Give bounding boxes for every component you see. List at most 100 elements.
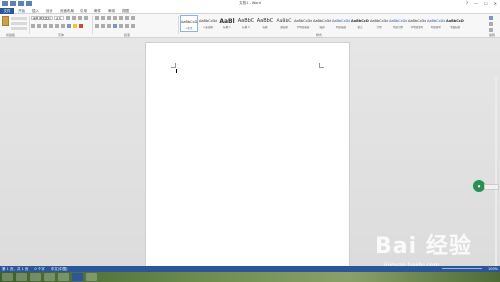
group-label-editing: 编辑 (489, 33, 496, 37)
borders-icon[interactable] (131, 24, 135, 28)
word-taskbar-icon[interactable] (72, 273, 83, 281)
italic-icon[interactable] (37, 24, 41, 28)
style-sample: AaBbC (237, 18, 255, 24)
style-intense-quote[interactable]: AaBbCcDd 明显引用 (389, 15, 407, 32)
app-icon[interactable] (86, 273, 97, 281)
vertical-scrollbar[interactable] (495, 78, 497, 278)
font-size-tools (66, 16, 88, 20)
font-name-select[interactable]: 宋体 (中文正文) (31, 16, 53, 20)
show-marks-icon[interactable] (131, 16, 135, 20)
style-sample: AaBbCcDd (427, 19, 445, 23)
style-intense-emphasis[interactable]: AaBbCcDd 明显强调 (332, 15, 350, 32)
redo-icon[interactable] (26, 1, 32, 6)
app-icon[interactable] (58, 273, 69, 281)
superscript-icon[interactable] (61, 24, 65, 28)
font-color-icon[interactable] (79, 24, 83, 28)
style-quote[interactable]: AaBbCcDd 引用 (370, 15, 388, 32)
cut-button[interactable] (11, 17, 27, 20)
group-label-paragraph: 段落 (124, 33, 131, 37)
strikethrough-icon[interactable] (49, 24, 53, 28)
explorer-icon[interactable] (16, 273, 27, 281)
group-label-styles: 样式 (316, 33, 323, 37)
find-icon[interactable] (489, 16, 493, 20)
style-intense-reference[interactable]: AaBbCcDd 明显参考 (427, 15, 445, 32)
save-icon[interactable] (10, 1, 16, 6)
style-subtitle[interactable]: AaBbC 副标题 (275, 15, 293, 32)
format-painter-button[interactable] (11, 27, 27, 30)
style-label: 明显强调 (335, 26, 346, 29)
highlight-icon[interactable] (73, 24, 77, 28)
group-divider (92, 16, 93, 34)
style-emphasis[interactable]: AaBbCcDd 强调 (313, 15, 331, 32)
style-sample: AaBbCcDd (446, 19, 464, 23)
style-no-spacing[interactable]: AaBbCcDd ↵无间隔 (199, 15, 217, 32)
style-label: 副标题 (280, 26, 288, 29)
font-size-select[interactable]: 五号 (54, 16, 64, 20)
justify-icon[interactable] (113, 24, 117, 28)
change-case-icon[interactable] (78, 16, 82, 20)
media-icon[interactable] (44, 273, 55, 281)
font-size-value: 五号 (56, 17, 62, 20)
style-label: 明显引用 (392, 26, 403, 29)
bullets-icon[interactable] (95, 16, 99, 20)
word-app-icon (2, 1, 8, 6)
style-sample: AaBbCcDd (332, 19, 350, 23)
floating-assistant-panel[interactable] (484, 184, 499, 190)
browser-icon[interactable] (30, 273, 41, 281)
font-format-tools (31, 24, 83, 28)
paragraph-tools-top (95, 16, 135, 20)
increase-indent-icon[interactable] (119, 16, 123, 20)
style-label: 引用 (376, 26, 382, 29)
select-icon[interactable] (489, 28, 493, 32)
style-normal[interactable]: AaBbCcDd ↵正文 (180, 15, 198, 32)
decrease-indent-icon[interactable] (113, 16, 117, 20)
style-label: 标题 1 (223, 26, 231, 29)
numbering-icon[interactable] (101, 16, 105, 20)
align-right-icon[interactable] (107, 24, 111, 28)
group-label-clipboard: 剪贴板 (6, 33, 16, 37)
multilevel-list-icon[interactable] (107, 16, 111, 20)
style-subtle-reference[interactable]: AaBbCcDd 不明显参考 (408, 15, 426, 32)
style-label: 书籍标题 (449, 26, 460, 29)
style-label: ↵无间隔 (203, 26, 213, 29)
bold-icon[interactable] (31, 24, 35, 28)
grow-font-icon[interactable] (66, 16, 70, 20)
title-bar: 文档1 - Word ? — ☐ ✕ (0, 0, 500, 8)
font-name-value: 宋体 (中文正文) (33, 17, 51, 20)
undo-icon[interactable] (18, 1, 24, 6)
style-sample: AaBbCcDd (370, 19, 388, 23)
text-cursor (176, 69, 177, 73)
paste-button[interactable] (2, 16, 9, 26)
help-button[interactable]: ? (466, 1, 468, 6)
document-page[interactable] (145, 42, 350, 272)
align-center-icon[interactable] (101, 24, 105, 28)
clear-format-icon[interactable] (84, 16, 88, 20)
shading-icon[interactable] (125, 24, 129, 28)
style-subtle-emphasis[interactable]: AaBbCcDd 不明显强调 (294, 15, 312, 32)
minimize-button[interactable]: — (474, 1, 478, 6)
style-book-title[interactable]: AaBbCcDd 书籍标题 (446, 15, 464, 32)
sort-icon[interactable] (125, 16, 129, 20)
style-label: 要点 (357, 26, 363, 29)
style-sample: AaBbCcDd (389, 19, 407, 23)
style-label: 强调 (319, 26, 325, 29)
copy-button[interactable] (11, 22, 27, 25)
align-left-icon[interactable] (95, 24, 99, 28)
replace-icon[interactable] (489, 22, 493, 26)
close-button[interactable]: ✕ (494, 1, 497, 6)
start-button-icon[interactable] (2, 273, 13, 281)
text-effects-icon[interactable] (67, 24, 71, 28)
line-spacing-icon[interactable] (119, 24, 123, 28)
style-heading-2[interactable]: AaBbC 标题 2 (237, 15, 255, 32)
zoom-slider[interactable] (442, 268, 482, 269)
style-title[interactable]: AaBbC 标题 (256, 15, 274, 32)
style-sample: AaBbC (256, 18, 274, 24)
maximize-button[interactable]: ☐ (484, 1, 488, 6)
underline-icon[interactable] (43, 24, 47, 28)
baidu-jingyan-watermark: Bai 经验 (375, 234, 472, 259)
style-heading-1[interactable]: AaBl 标题 1 (218, 15, 236, 32)
style-label: 不明显参考 (410, 26, 424, 29)
subscript-icon[interactable] (55, 24, 59, 28)
style-strong[interactable]: AaBbCcDd 要点 (351, 15, 369, 32)
shrink-font-icon[interactable] (72, 16, 76, 20)
